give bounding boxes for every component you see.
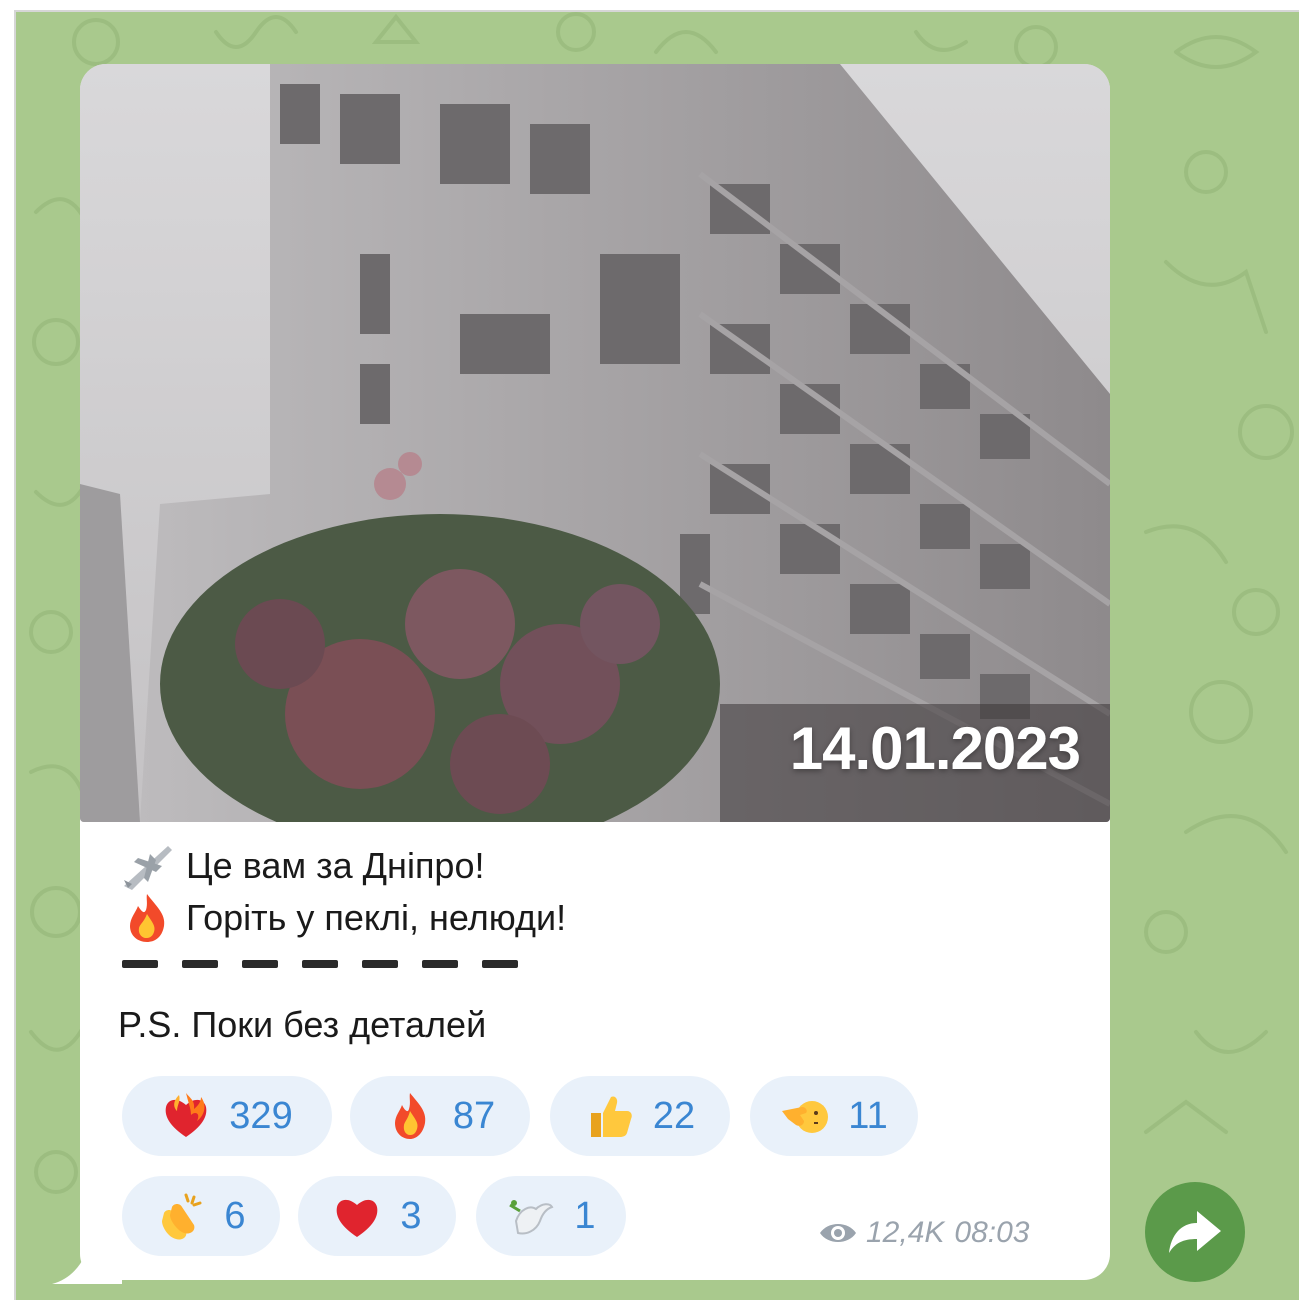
red-heart-icon bbox=[337, 1199, 378, 1237]
reaction-count: 11 bbox=[848, 1094, 888, 1137]
clapping-hands-icon bbox=[162, 1193, 202, 1240]
dove-icon bbox=[509, 1200, 554, 1235]
fire-icon bbox=[394, 1093, 426, 1139]
reaction-dove[interactable]: 1 bbox=[476, 1176, 626, 1256]
reaction-pointing-left-face[interactable]: 11 bbox=[750, 1076, 918, 1156]
dash-separator bbox=[118, 948, 1078, 978]
fire-icon bbox=[130, 894, 165, 942]
caption-text-2: Горіть у пеклі, нелюди! bbox=[186, 897, 567, 938]
reaction-count: 22 bbox=[652, 1094, 696, 1137]
reaction-count: 87 bbox=[452, 1094, 496, 1137]
ps-text: P.S. Поки без деталей bbox=[118, 1004, 487, 1045]
reaction-count: 3 bbox=[400, 1194, 422, 1237]
reaction-heart-on-fire[interactable]: 329 bbox=[122, 1076, 332, 1156]
caption-line-1: Це вам за Дніпро! bbox=[118, 840, 1078, 892]
reaction-thumbs-up[interactable]: 22 bbox=[550, 1076, 730, 1156]
reaction-clapping-hands[interactable]: 6 bbox=[122, 1176, 280, 1256]
post-photo[interactable]: 14.01.2023 bbox=[80, 64, 1110, 822]
caption-text-1: Це вам за Дніпро! bbox=[186, 845, 485, 886]
reaction-count: 1 bbox=[574, 1194, 596, 1237]
pointing-left-face-icon bbox=[782, 1101, 829, 1133]
reaction-fire[interactable]: 87 bbox=[350, 1076, 530, 1156]
forward-button[interactable] bbox=[1145, 1182, 1245, 1282]
forward-arrow-icon bbox=[1169, 1211, 1221, 1253]
photo-date-overlay: 14.01.2023 bbox=[789, 715, 1081, 782]
post-caption: Це вам за Дніпро! Горіть у пеклі, нелюди… bbox=[118, 840, 1078, 978]
heart-on-fire-icon bbox=[165, 1093, 207, 1137]
damaged-building-image bbox=[80, 64, 1110, 822]
reaction-count: 329 bbox=[229, 1094, 293, 1137]
caption-line-2: Горіть у пеклі, нелюди! bbox=[118, 892, 1078, 944]
message-time: 08:03 bbox=[954, 1216, 1030, 1249]
thumbs-up-icon bbox=[590, 1096, 632, 1137]
reaction-red-heart[interactable]: 3 bbox=[298, 1176, 456, 1256]
message-meta: 12,4K 08:03 bbox=[818, 1216, 1029, 1250]
eye-icon bbox=[820, 1224, 856, 1242]
airplane-icon bbox=[124, 846, 172, 890]
view-count: 12,4K bbox=[866, 1216, 945, 1249]
reaction-count: 6 bbox=[224, 1194, 246, 1237]
